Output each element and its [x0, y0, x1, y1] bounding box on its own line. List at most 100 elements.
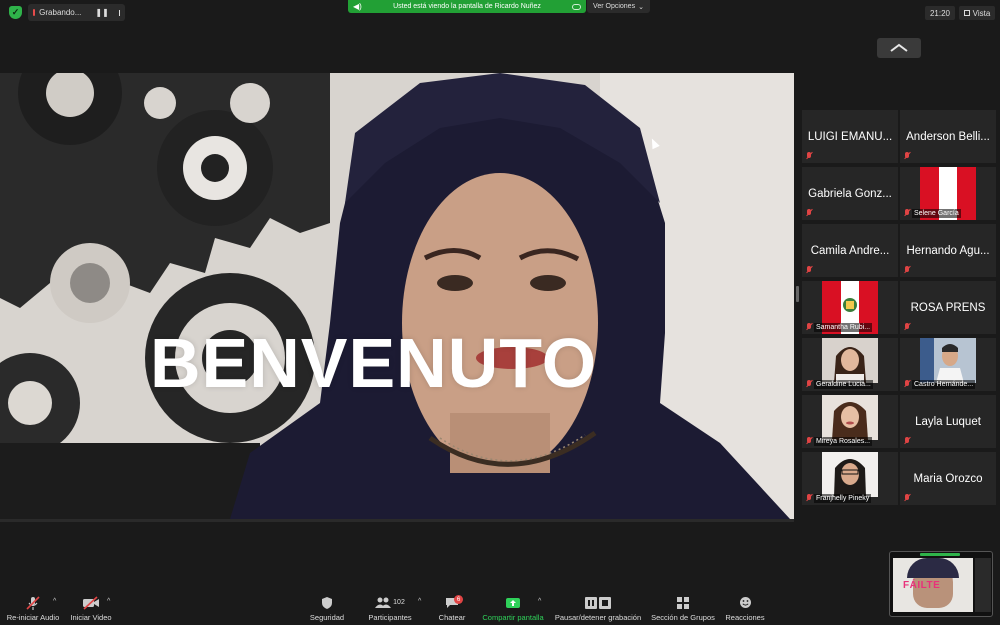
participant-photo [822, 395, 878, 440]
video-options-chevron-icon[interactable]: ^ [107, 598, 110, 605]
muted-mic-icon [904, 437, 910, 445]
security-shield-icon [321, 594, 333, 611]
muted-mic-icon [806, 323, 812, 331]
participant-tile[interactable]: Anderson Belli... [900, 110, 996, 163]
clock: 21:20 [925, 6, 955, 20]
participants-chevron-icon[interactable]: ^ [418, 598, 421, 605]
participant-photo [822, 452, 878, 497]
shared-screen-progress [0, 519, 794, 522]
participant-label: Franjhelly Pineky [814, 494, 872, 503]
self-view-text: FÁILTE [903, 580, 941, 591]
security-button[interactable]: Seguridad [306, 594, 348, 625]
shared-screen-image [0, 73, 794, 519]
participants-button[interactable]: 102 Participantes [364, 594, 416, 625]
view-options-label: Ver Opciones [593, 3, 636, 10]
participant-name: Hernando Agu... [906, 244, 990, 257]
security-shield-icon[interactable]: ✓ [9, 6, 22, 19]
view-button[interactable]: Vista [959, 6, 995, 20]
participant-tile[interactable]: ROSA PRENS [900, 281, 996, 334]
audio-options-chevron-icon[interactable]: ^ [53, 598, 56, 605]
participants-button-label: Participantes [368, 613, 412, 622]
view-options-button[interactable]: Ver Opciones ⌄ [587, 0, 650, 13]
participant-name: LUIGI EMANU... [807, 130, 893, 143]
shared-screen: BENVENUTO [0, 73, 794, 519]
participants-icon: 102 [375, 594, 405, 611]
chat-unread-badge: 6 [454, 595, 463, 604]
participant-photo [920, 338, 976, 383]
video-off-icon [82, 594, 100, 611]
participant-tile[interactable]: Castro Hernánde... [900, 338, 996, 391]
participant-name: ROSA PRENS [910, 301, 986, 314]
participant-tile[interactable]: Samantha Rubi... [802, 281, 898, 334]
share-options-chevron-icon[interactable]: ^ [538, 598, 541, 605]
muted-mic-icon [904, 380, 910, 388]
muted-microphone-icon [25, 594, 41, 611]
zoom-meeting-window: ✓ Grabando... ❚❚ ◀) Usted está viendo la… [0, 0, 1000, 625]
recording-indicator: Grabando... ❚❚ [28, 4, 125, 21]
share-screen-button[interactable]: Compartir pantalla [480, 594, 546, 625]
share-banner-text: Usted está viendo la pantalla de Ricardo… [393, 3, 541, 10]
muted-mic-icon [806, 437, 812, 445]
stop-recording-icon[interactable] [118, 9, 120, 16]
participant-tile[interactable]: Franjhelly Pineky [802, 452, 898, 505]
muted-mic-icon [806, 209, 812, 217]
participant-name: Maria Orozco [913, 472, 983, 485]
participant-label: Castro Hernánde... [912, 380, 976, 389]
participant-tile[interactable]: Mireya Rosales... [802, 395, 898, 448]
screen-share-banner: ◀) Usted está viendo la pantalla de Rica… [348, 0, 586, 13]
participants-count: 102 [393, 599, 405, 606]
meeting-toolbar: Re-iniciar Audio ^ Iniciar Video ^ Segur… [0, 594, 1000, 625]
audio-button-label: Re-iniciar Audio [6, 613, 60, 622]
muted-mic-icon [904, 323, 910, 331]
muted-mic-icon [904, 494, 910, 502]
recording-controls-label: Pausar/detener grabación [554, 613, 642, 622]
participant-photo [822, 338, 878, 383]
participant-tile[interactable]: Geraldine Lucia... [802, 338, 898, 391]
participant-label: Mireya Rosales... [814, 437, 873, 446]
recording-controls-button[interactable]: Pausar/detener grabación [553, 594, 643, 625]
participant-tile[interactable]: Maria Orozco [900, 452, 996, 505]
participant-tile[interactable]: Selene García [900, 167, 996, 220]
participant-name: Gabriela Gonz... [808, 187, 892, 200]
reactions-label: Reacciones [725, 613, 765, 622]
participant-tile[interactable]: Hernando Agu... [900, 224, 996, 277]
muted-mic-icon [904, 266, 910, 274]
security-button-label: Seguridad [309, 613, 345, 622]
participant-tile[interactable]: Layla Luquet [900, 395, 996, 448]
cloud-icon [572, 3, 581, 10]
participant-name: Layla Luquet [915, 415, 981, 428]
chat-button[interactable]: Chatear [435, 594, 469, 625]
share-screen-icon [505, 594, 521, 611]
video-button-label: Iniciar Video [70, 613, 112, 622]
breakout-rooms-icon [677, 594, 689, 611]
collapse-gallery-button[interactable] [877, 38, 921, 58]
participant-name: Anderson Belli... [906, 130, 990, 143]
pause-stop-recording-icon [584, 594, 612, 611]
participant-label: Selene García [912, 209, 961, 218]
share-indicator-bar [920, 553, 960, 556]
participant-tile[interactable]: Gabriela Gonz... [802, 167, 898, 220]
reactions-button[interactable]: Reacciones [724, 594, 766, 625]
smiley-icon [739, 594, 752, 611]
grid-view-icon [963, 10, 970, 16]
muted-mic-icon [806, 266, 812, 274]
panel-resize-handle[interactable] [796, 286, 799, 302]
participant-name: Camila Andre... [810, 244, 890, 257]
participant-label: Geraldine Lucia... [814, 380, 873, 389]
chevron-down-icon: ⌄ [638, 3, 644, 11]
view-button-label: Vista [972, 8, 991, 18]
recording-label: Grabando... [39, 8, 82, 17]
muted-mic-icon [904, 209, 910, 217]
breakout-rooms-label: Sección de Grupos [651, 613, 715, 622]
self-view-hood [907, 558, 959, 578]
participant-tile[interactable]: LUIGI EMANU... [802, 110, 898, 163]
participant-label: Samantha Rubi... [814, 323, 873, 332]
top-bar: ✓ Grabando... ❚❚ ◀) Usted está viendo la… [0, 0, 1000, 24]
breakout-rooms-button[interactable]: Sección de Grupos [651, 594, 715, 625]
headline-text: BENVENUTO [150, 324, 598, 402]
muted-mic-icon [806, 494, 812, 502]
muted-mic-icon [806, 380, 812, 388]
participant-tile[interactable]: Camila Andre... [802, 224, 898, 277]
share-speaker-icon: ◀) [353, 2, 362, 11]
pause-recording-icon[interactable]: ❚❚ [95, 8, 108, 17]
